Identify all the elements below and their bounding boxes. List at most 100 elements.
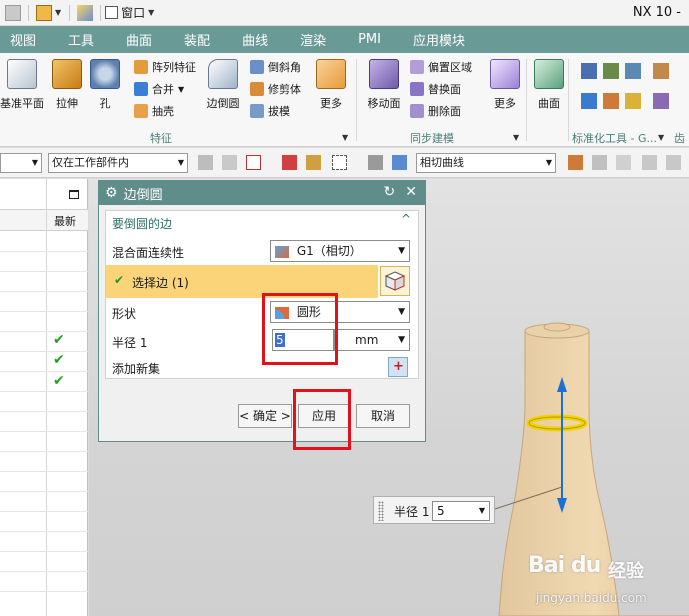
separator — [356, 59, 357, 141]
datum-plane-button[interactable]: 基准平面 — [0, 59, 44, 111]
unit-combo[interactable]: mm ▼ — [334, 329, 410, 351]
select-edge-label: 选择边 (1) — [132, 276, 189, 290]
pattern-feature-button[interactable]: 阵列特征 — [134, 59, 196, 75]
delete-face-button[interactable]: 删除面 — [410, 103, 461, 119]
menu-item-render[interactable]: 渲染 — [290, 30, 326, 49]
chevron-down-icon[interactable]: ▼ — [342, 133, 348, 142]
chevron-down-icon: ▼ — [398, 335, 405, 345]
offset-region-label: 偏置区域 — [428, 61, 472, 74]
std-tool-icon-8[interactable] — [653, 93, 669, 109]
pencil-icon[interactable] — [77, 4, 94, 21]
floating-radius-combo[interactable]: 5 ▼ — [432, 501, 490, 521]
snap-point-icon[interactable] — [568, 155, 583, 170]
point-snap-icon[interactable] — [616, 155, 631, 170]
line-snap-icon-2[interactable] — [666, 155, 681, 170]
arrow-right-icon[interactable] — [592, 155, 607, 170]
trim-body-button[interactable]: 修剪体 — [250, 81, 301, 97]
std-tool-icon-2[interactable] — [603, 63, 619, 79]
chevron-down-icon[interactable]: ▼ — [55, 8, 61, 17]
move-face-button[interactable]: 移动面 — [364, 59, 404, 111]
check-icon: ✔ — [53, 352, 65, 368]
ok-button[interactable]: < 确定 > — [238, 404, 292, 428]
snap-icon[interactable] — [198, 155, 213, 170]
menu-item-curve[interactable]: 曲线 — [232, 30, 268, 49]
maximize-icon[interactable] — [69, 190, 79, 199]
continuity-value: G1（相切） — [296, 244, 362, 258]
close-icon[interactable]: ✕ — [405, 184, 417, 200]
window-menu[interactable]: 窗口 ▼ — [105, 4, 158, 21]
copy-icon[interactable] — [5, 4, 21, 21]
chevron-up-icon[interactable]: ^ — [401, 212, 411, 226]
std-tool-icon-7[interactable] — [653, 63, 669, 79]
select-edge-button[interactable] — [380, 266, 410, 296]
line-snap-icon[interactable] — [642, 155, 657, 170]
std-tool-icon-4[interactable] — [581, 93, 597, 109]
table-row — [0, 291, 88, 292]
chevron-down-icon[interactable]: ▼ — [658, 133, 664, 142]
add-new-set-button[interactable]: + — [388, 357, 408, 377]
menu-item-applications[interactable]: 应用模块 — [403, 30, 465, 49]
edge-blend-button[interactable]: 边倒圆 — [204, 59, 242, 111]
menu-item-view[interactable]: 视图 — [0, 30, 36, 49]
replace-face-label: 替换面 — [428, 83, 461, 96]
baidu-watermark: Bai du 经验 jingyan.baidu.com — [528, 553, 678, 609]
chamfer-button[interactable]: 倒斜角 — [250, 59, 301, 75]
window-menu-label: 窗口 — [121, 6, 146, 20]
filter-icon[interactable] — [222, 155, 237, 170]
add-set-icon: + — [393, 359, 404, 374]
refresh-icon[interactable]: ↻ — [384, 184, 396, 200]
cube-select-icon[interactable] — [392, 155, 407, 170]
table-row — [0, 351, 88, 352]
chevron-down-icon[interactable]: ▼ — [178, 85, 184, 94]
hole-button[interactable]: 孔 — [90, 59, 120, 111]
selection-scope-combo[interactable]: 仅在工作部件内 ▼ — [48, 153, 188, 173]
select-tool-icon[interactable] — [306, 155, 321, 170]
separator — [69, 4, 71, 21]
rectangle-select-icon[interactable] — [332, 155, 347, 170]
shell-label: 抽壳 — [152, 105, 174, 118]
app-title: NX 10 - — [632, 5, 681, 20]
section-title: 要倒圆的边 — [112, 217, 173, 231]
replace-face-button[interactable]: 替换面 — [410, 81, 461, 97]
selection-toolbar: ▼ 仅在工作部件内 ▼ 相切曲线 ▼ — [0, 148, 689, 178]
eraser-icon[interactable] — [368, 155, 383, 170]
std-tool-icon-6[interactable] — [625, 93, 641, 109]
pattern-feature-icon — [134, 60, 148, 74]
more-feature-button[interactable]: 更多 — [314, 59, 348, 111]
separator — [100, 4, 102, 21]
floating-radius-input[interactable]: 半径 1 5 ▼ — [373, 496, 495, 524]
continuity-combo[interactable]: G1（相切） ▼ — [270, 240, 410, 262]
menu-item-pmi[interactable]: PMI — [348, 32, 381, 47]
menu-item-surface[interactable]: 曲面 — [116, 30, 152, 49]
deselect-icon[interactable] — [282, 155, 297, 170]
gear-icon[interactable]: ⚙ — [105, 185, 118, 201]
cancel-button[interactable]: 取消 — [356, 404, 410, 428]
cube-icon[interactable] — [36, 4, 52, 21]
select-box-icon[interactable] — [246, 155, 261, 170]
menu-item-assembly[interactable]: 装配 — [174, 30, 210, 49]
shell-button[interactable]: 抽壳 — [134, 103, 174, 119]
edge-blend-icon — [208, 59, 238, 89]
chevron-down-icon[interactable]: ▼ — [513, 133, 519, 142]
std-tool-icon-3[interactable] — [625, 63, 641, 79]
drag-handle[interactable] — [378, 501, 384, 521]
surface-button[interactable]: 曲面 — [532, 59, 566, 111]
offset-region-button[interactable]: 偏置区域 — [410, 59, 472, 75]
draft-button[interactable]: 拔模 — [250, 103, 290, 119]
chevron-down-icon: ▼ — [148, 8, 155, 17]
delete-face-icon — [410, 104, 424, 118]
window-icon — [105, 6, 119, 19]
bottle-cap[interactable] — [543, 322, 571, 332]
type-filter-combo[interactable]: ▼ — [0, 153, 42, 173]
extrude-button[interactable]: 拉伸 — [50, 59, 84, 111]
datum-plane-icon — [7, 59, 37, 89]
menu-item-tools[interactable]: 工具 — [58, 30, 94, 49]
chevron-down-icon: ▼ — [177, 158, 184, 167]
draft-label: 拔模 — [268, 105, 290, 118]
std-tool-icon-1[interactable] — [581, 63, 597, 79]
more-sync-button[interactable]: 更多 — [488, 59, 522, 111]
curve-rule-combo[interactable]: 相切曲线 ▼ — [416, 153, 556, 173]
move-face-icon — [369, 59, 399, 89]
std-tool-icon-5[interactable] — [603, 93, 619, 109]
unite-button[interactable]: 合并 ▼ — [134, 81, 184, 97]
